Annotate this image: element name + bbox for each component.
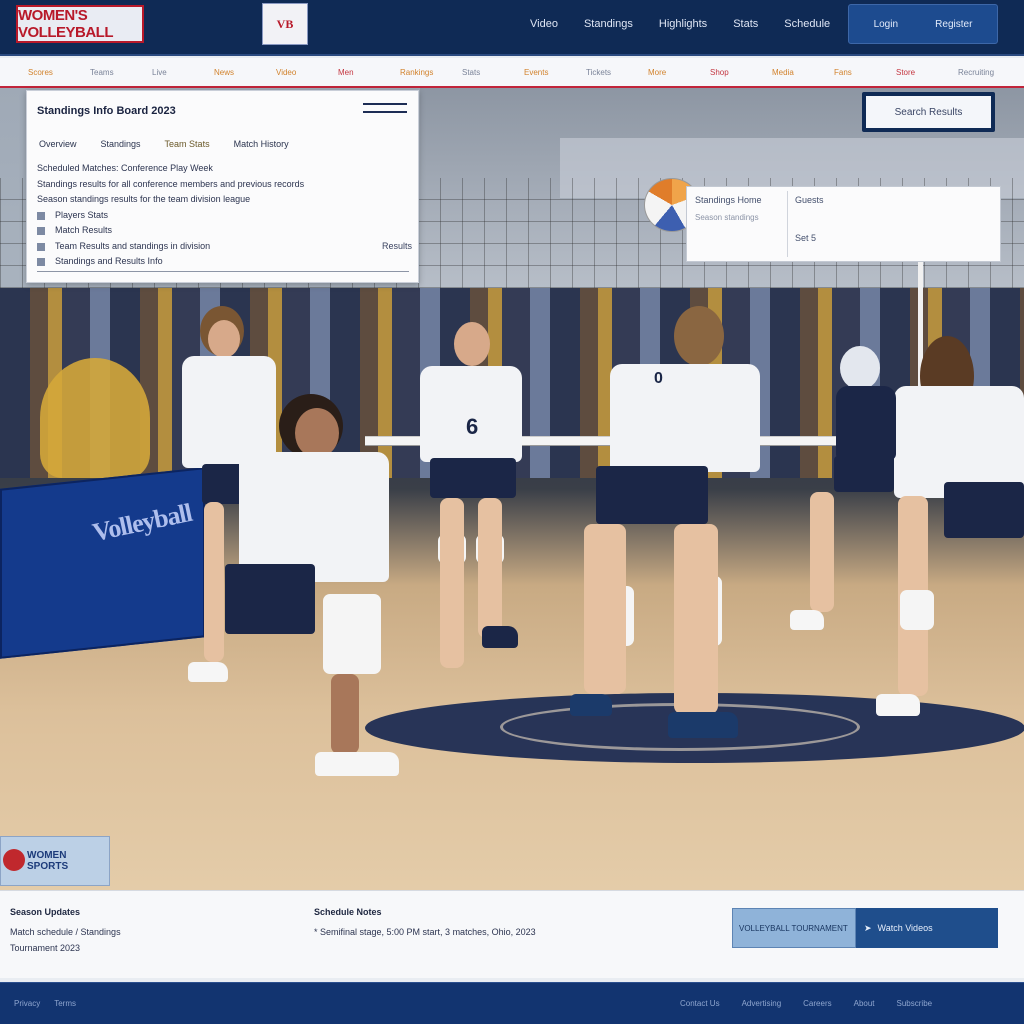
sub-nav: Scores Teams Live News Video Men Ranking… [0,58,1024,88]
jersey-number: 0 [654,370,663,387]
footer-link[interactable]: About [854,999,875,1008]
subnav-item[interactable]: Recruiting [958,68,1020,77]
footer-right-links: Contact Us Advertising Careers About Sub… [680,999,932,1008]
list-item-label: Match Results [55,225,113,235]
footer-link[interactable]: Advertising [742,999,782,1008]
list-item[interactable]: Players Stats [37,208,412,224]
info-text: Tournament 2023 [10,943,81,953]
score-home: Standings Home [695,195,762,205]
promo-banner[interactable]: VOLLEYBALL TOURNAMENT ➤ Watch Videos [732,908,998,948]
panel-tabs: Overview Standings Team Stats Match Hist… [39,139,289,149]
subnav-item[interactable]: News [214,68,276,77]
score-away: Guests [795,195,824,205]
panel-divider [37,271,409,272]
nav-link-standings[interactable]: Standings [584,18,633,30]
subnav-item[interactable]: Men [338,68,400,77]
search-results-button[interactable]: Search Results [862,92,995,132]
list-item[interactable]: Standings results for all conference mem… [37,177,412,193]
tab-overview[interactable]: Overview [39,139,77,149]
site-logo[interactable]: WOMEN'S VOLLEYBALL [16,5,144,43]
emblem-logo[interactable]: VB [262,3,308,45]
list-item-label: Standings results for all conference mem… [37,178,305,189]
list-item[interactable]: Team Results and standings in division Re… [37,239,412,255]
subnav-item[interactable]: Media [772,68,834,77]
badge-logo-icon [3,849,25,871]
info-text: * Semifinal stage, 5:00 PM start, 3 matc… [314,927,536,937]
play-icon: ➤ [864,922,872,933]
list-item[interactable]: Standings and Results Info [37,254,412,270]
list-item-label: Scheduled Matches: Conference Play Week [37,163,213,173]
subnav-item[interactable]: Live [152,68,214,77]
nav-link-highlights[interactable]: Highlights [659,18,707,30]
score-subtitle: Season standings [695,213,759,222]
subnav-item[interactable]: Store [896,68,958,77]
mascot-figure [40,358,150,478]
menu-icon[interactable] [363,103,407,113]
footer-link[interactable]: Contact Us [680,999,720,1008]
account-buttons: Login Register [848,4,998,44]
info-heading: Season Updates [10,907,81,917]
info-text: Match schedule / Standings [10,927,121,937]
subnav-item[interactable]: Scores [28,68,90,77]
footer-link[interactable]: Subscribe [897,999,933,1008]
search-results-label: Search Results [866,96,991,128]
score-panel: Standings Home Guests Season standings S… [686,186,1001,262]
player-figure [790,346,900,646]
brand-badge[interactable]: WOMEN SPORTS [0,836,110,886]
nav-link-stats[interactable]: Stats [733,18,758,30]
subnav-item[interactable]: More [648,68,710,77]
subnav-item[interactable]: Stats [462,68,524,77]
promo-right: ➤ Watch Videos [856,908,998,948]
player-figure [225,394,425,784]
site-logo-text: WOMEN'S VOLLEYBALL [18,7,114,41]
bullet-icon [37,242,45,251]
subnav-item[interactable]: Teams [90,68,152,77]
subnav-item[interactable]: Events [524,68,586,77]
bullet-icon [37,227,45,235]
footer-left-links: Privacy Terms [14,999,76,1008]
site-footer: Privacy Terms Contact Us Advertising Car… [0,982,1024,1024]
login-button[interactable]: Login [874,19,898,30]
player-figure: 0 [570,306,770,746]
list-item[interactable]: Match Results [37,223,412,239]
subnav-item[interactable]: Rankings [400,68,462,77]
score-set: Set 5 [795,233,817,243]
subnav-item[interactable]: Tickets [586,68,648,77]
panel-title: Standings Info Board 2023 [37,105,176,117]
nav-link-video[interactable]: Video [530,18,558,30]
results-link[interactable]: Results [382,239,412,255]
list-item-label: Season standings results for the team di… [37,194,251,204]
subnav-item[interactable]: Fans [834,68,896,77]
bullet-icon [37,258,45,266]
main-nav: Video Standings Highlights Stats Schedul… [530,18,830,30]
subnav-item[interactable]: Video [276,68,338,77]
footer-link[interactable]: Careers [803,999,831,1008]
bullet-icon [37,211,45,220]
subnav-item[interactable]: Shop [710,68,772,77]
promo-right-label: Watch Videos [877,923,933,933]
standings-panel: Standings Info Board 2023 Overview Stand… [26,90,419,283]
list-item-label: Standings and Results Info [55,256,163,266]
emblem-logo-text: VB [276,16,294,31]
footer-link[interactable]: Privacy [14,999,40,1008]
tab-match-history[interactable]: Match History [234,139,289,149]
list-item[interactable]: Season standings results for the team di… [37,192,412,208]
list-item-label: Team Results and standings in division [55,240,211,251]
player-figure: 6 [416,322,526,682]
list-item[interactable]: Scheduled Matches: Conference Play Week [37,161,412,177]
footer-link[interactable]: Terms [54,999,76,1008]
tab-team-stats[interactable]: Team Stats [165,139,210,149]
panel-list: Scheduled Matches: Conference Play Week … [37,161,412,270]
jersey-number: 6 [466,414,479,439]
info-heading: Schedule Notes [314,907,382,917]
nav-link-schedule[interactable]: Schedule [784,18,830,30]
list-item-label: Players Stats [55,209,109,220]
site-header: WOMEN'S VOLLEYBALL VB Video Standings Hi… [0,0,1024,56]
register-button[interactable]: Register [935,19,972,30]
score-divider [787,191,788,257]
badge-label: WOMEN SPORTS [27,850,69,872]
tab-standings[interactable]: Standings [101,139,141,149]
promo-left: VOLLEYBALL TOURNAMENT [732,908,856,948]
